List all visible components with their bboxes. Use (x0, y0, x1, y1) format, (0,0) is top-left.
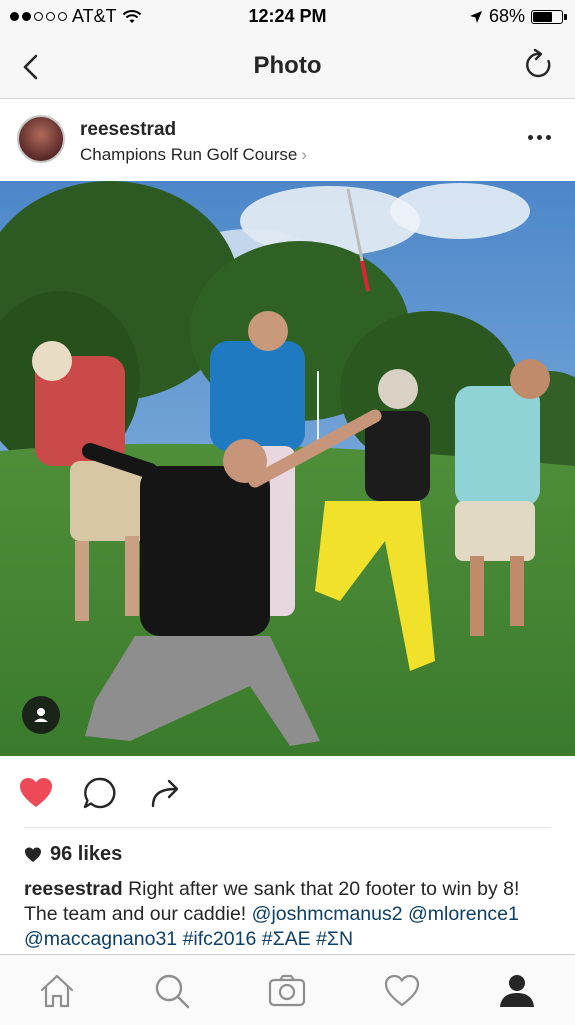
refresh-icon[interactable] (523, 48, 555, 82)
tab-bar (0, 954, 575, 1025)
post-username[interactable]: reesestrad (80, 119, 176, 141)
mention-link[interactable]: @maccagnano31 (24, 928, 177, 950)
heart-icon[interactable] (382, 971, 422, 1011)
tagged-people-icon[interactable] (22, 696, 60, 734)
location-arrow-icon (469, 10, 482, 23)
hashtag-link[interactable]: #ΣAE (262, 928, 311, 950)
post-photo[interactable] (0, 181, 575, 756)
search-icon[interactable] (152, 971, 192, 1011)
post-location[interactable]: Champions Run Golf Course › (80, 145, 307, 165)
likes-count[interactable]: 96 likes (24, 843, 122, 866)
location-label: Champions Run Golf Course (80, 145, 298, 164)
hashtag-link[interactable]: #ifc2016 (183, 928, 257, 950)
post-caption: reesestrad Right after we sank that 20 f… (24, 877, 554, 952)
golf-group-photo (0, 181, 575, 756)
more-options-icon[interactable] (528, 135, 551, 140)
mention-link[interactable]: @mlorence1 (408, 903, 519, 925)
caption-username[interactable]: reesestrad (24, 878, 123, 900)
battery-percent: 68% (488, 6, 525, 26)
battery-icon (531, 9, 567, 24)
comment-icon[interactable] (82, 775, 118, 811)
heart-filled-icon[interactable] (18, 775, 54, 811)
divider (24, 827, 551, 828)
profile-icon[interactable] (497, 971, 537, 1011)
status-bar: AT&T 12:24 PM 68% (0, 0, 575, 34)
avatar[interactable] (17, 115, 65, 163)
nav-bar: Photo (0, 34, 575, 99)
hashtag-link[interactable]: #ΣN (316, 928, 353, 950)
likes-label: 96 likes (50, 843, 123, 865)
chevron-right-icon: › (301, 145, 307, 164)
status-right: 68% (469, 6, 567, 27)
home-icon[interactable] (37, 971, 77, 1011)
post-header: reesestrad Champions Run Golf Course › (0, 99, 575, 181)
share-icon[interactable] (148, 775, 184, 811)
heart-small-icon (25, 847, 41, 862)
post-actions (0, 757, 575, 827)
camera-icon[interactable] (267, 971, 307, 1011)
page-title: Photo (253, 52, 322, 79)
mention-link[interactable]: @joshmcmanus2 (252, 903, 403, 925)
